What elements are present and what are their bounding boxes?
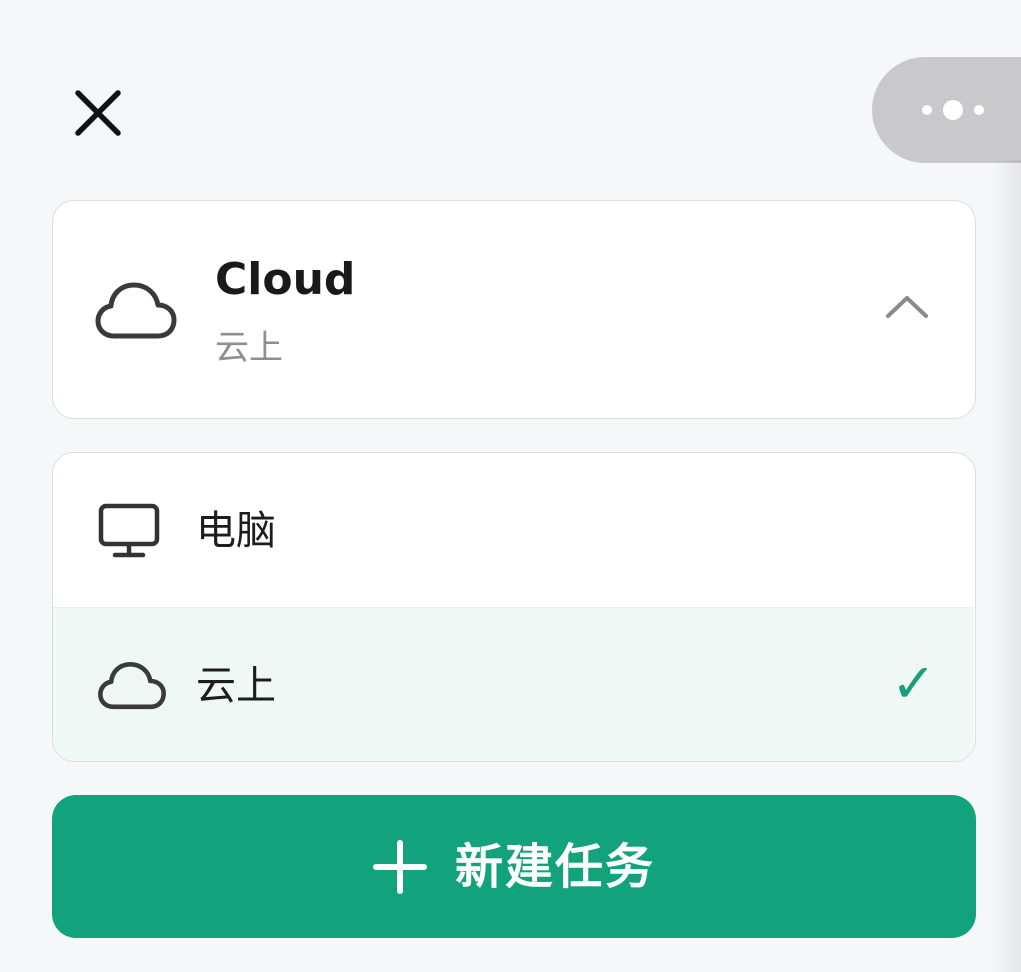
selected-environment-title: Cloud <box>215 254 356 305</box>
side-panel-shadow <box>991 160 1021 972</box>
option-label: 云上 <box>196 663 276 709</box>
option-cloud[interactable]: 云上 ✓ <box>53 607 974 761</box>
new-task-button-label: 新建任务 <box>454 838 655 895</box>
close-button[interactable] <box>62 77 134 149</box>
environment-options-list: 电脑 云上 ✓ <box>52 452 976 762</box>
close-icon <box>75 90 121 136</box>
new-task-button[interactable]: 新建任务 <box>52 795 976 938</box>
more-dots-icon <box>922 100 984 120</box>
more-options-button[interactable] <box>872 57 1021 163</box>
chevron-up-icon[interactable] <box>884 292 930 320</box>
monitor-icon <box>98 503 160 558</box>
option-label: 电脑 <box>196 508 276 554</box>
selected-environment-subtitle: 云上 <box>215 328 283 368</box>
environment-selector-screen: Cloud 云上 电脑 云上 ✓ 新建任务 <box>0 0 1021 972</box>
plus-icon <box>372 839 427 894</box>
cloud-icon <box>98 662 166 710</box>
option-computer[interactable]: 电脑 <box>53 453 974 606</box>
environment-dropdown[interactable] <box>52 200 976 419</box>
cloud-icon <box>95 282 177 339</box>
check-icon: ✓ <box>891 652 937 715</box>
